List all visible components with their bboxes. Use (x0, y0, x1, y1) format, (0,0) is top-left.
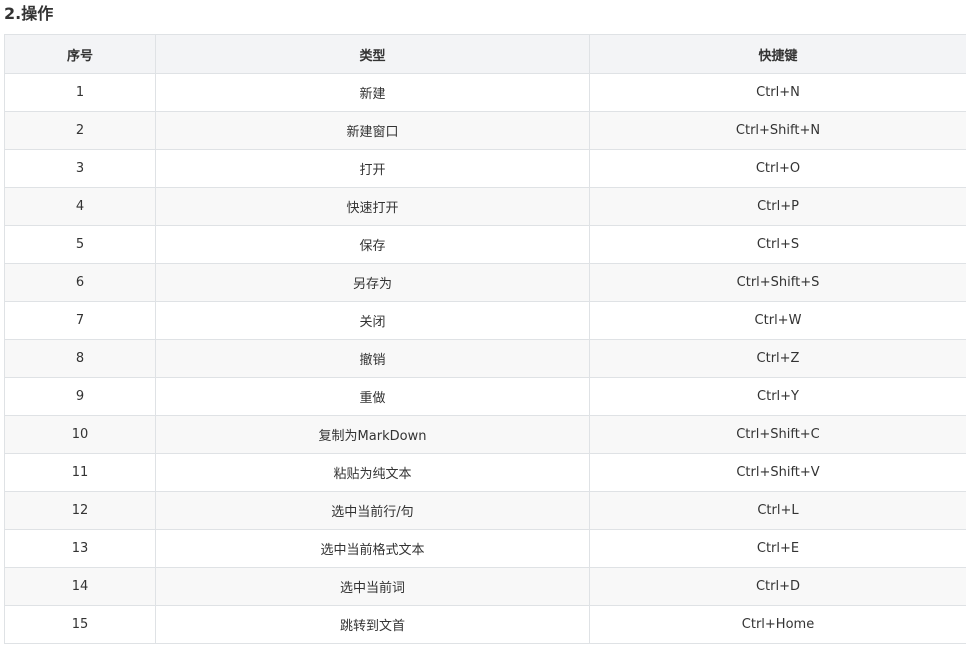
cell-type: 另存为 (155, 263, 590, 302)
cell-type: 打开 (155, 149, 590, 188)
table-row: 1 新建 Ctrl+N (4, 73, 966, 112)
cell-shortcut: Ctrl+S (589, 225, 966, 264)
table-row: 3 打开 Ctrl+O (4, 149, 966, 188)
cell-type: 新建窗口 (155, 111, 590, 150)
shortcut-table-container: 序号 类型 快捷键 1 新建 Ctrl+N 2 新建窗口 Ctrl+Shift+N 3 打开 C… (4, 34, 966, 644)
cell-index: 2 (4, 111, 156, 150)
cell-index: 13 (4, 529, 156, 568)
cell-index: 5 (4, 225, 156, 264)
column-header-index: 序号 (4, 34, 156, 74)
table-row: 11 粘贴为纯文本 Ctrl+Shift+V (4, 453, 966, 492)
cell-index: 10 (4, 415, 156, 454)
table-header-row: 序号 类型 快捷键 (4, 34, 966, 74)
table-row: 14 选中当前词 Ctrl+D (4, 567, 966, 606)
cell-type: 新建 (155, 73, 590, 112)
cell-type: 选中当前行/句 (155, 491, 590, 530)
cell-shortcut: Ctrl+W (589, 301, 966, 340)
cell-type: 选中当前格式文本 (155, 529, 590, 568)
section-title: 2.操作 (4, 4, 54, 23)
cell-type: 选中当前词 (155, 567, 590, 606)
cell-index: 11 (4, 453, 156, 492)
table-row: 8 撤销 Ctrl+Z (4, 339, 966, 378)
cell-shortcut: Ctrl+D (589, 567, 966, 606)
shortcut-table: 序号 类型 快捷键 1 新建 Ctrl+N 2 新建窗口 Ctrl+Shift+N 3 打开 C… (4, 34, 966, 644)
cell-type: 复制为MarkDown (155, 415, 590, 454)
cell-shortcut: Ctrl+N (589, 73, 966, 112)
cell-type: 关闭 (155, 301, 590, 340)
table-row: 12 选中当前行/句 Ctrl+L (4, 491, 966, 530)
cell-index: 8 (4, 339, 156, 378)
table-row: 9 重做 Ctrl+Y (4, 377, 966, 416)
cell-index: 14 (4, 567, 156, 606)
table-row: 5 保存 Ctrl+S (4, 225, 966, 264)
column-header-type: 类型 (155, 34, 590, 74)
table-row: 13 选中当前格式文本 Ctrl+E (4, 529, 966, 568)
cell-index: 12 (4, 491, 156, 530)
cell-shortcut: Ctrl+Z (589, 339, 966, 378)
cell-index: 6 (4, 263, 156, 302)
cell-shortcut: Ctrl+E (589, 529, 966, 568)
cell-shortcut: Ctrl+O (589, 149, 966, 188)
cell-type: 粘贴为纯文本 (155, 453, 590, 492)
cell-shortcut: Ctrl+Shift+V (589, 453, 966, 492)
table-row: 7 关闭 Ctrl+W (4, 301, 966, 340)
table-row: 15 跳转到文首 Ctrl+Home (4, 605, 966, 644)
cell-shortcut: Ctrl+Y (589, 377, 966, 416)
cell-index: 3 (4, 149, 156, 188)
cell-index: 9 (4, 377, 156, 416)
cell-index: 15 (4, 605, 156, 644)
cell-shortcut: Ctrl+P (589, 187, 966, 226)
table-row: 4 快速打开 Ctrl+P (4, 187, 966, 226)
table-row: 6 另存为 Ctrl+Shift+S (4, 263, 966, 302)
table-row: 10 复制为MarkDown Ctrl+Shift+C (4, 415, 966, 454)
cell-shortcut: Ctrl+Shift+N (589, 111, 966, 150)
table-header: 序号 类型 快捷键 (4, 34, 966, 74)
cell-type: 跳转到文首 (155, 605, 590, 644)
cell-shortcut: Ctrl+Shift+S (589, 263, 966, 302)
cell-index: 7 (4, 301, 156, 340)
column-header-shortcut: 快捷键 (589, 34, 966, 74)
cell-type: 重做 (155, 377, 590, 416)
cell-shortcut: Ctrl+Shift+C (589, 415, 966, 454)
cell-shortcut: Ctrl+Home (589, 605, 966, 644)
table-row: 2 新建窗口 Ctrl+Shift+N (4, 111, 966, 150)
cell-type: 快速打开 (155, 187, 590, 226)
cell-type: 撤销 (155, 339, 590, 378)
cell-type: 保存 (155, 225, 590, 264)
cell-index: 1 (4, 73, 156, 112)
cell-index: 4 (4, 187, 156, 226)
table-body: 1 新建 Ctrl+N 2 新建窗口 Ctrl+Shift+N 3 打开 Ctrl+O 4 快速打开… (4, 73, 966, 644)
cell-shortcut: Ctrl+L (589, 491, 966, 530)
